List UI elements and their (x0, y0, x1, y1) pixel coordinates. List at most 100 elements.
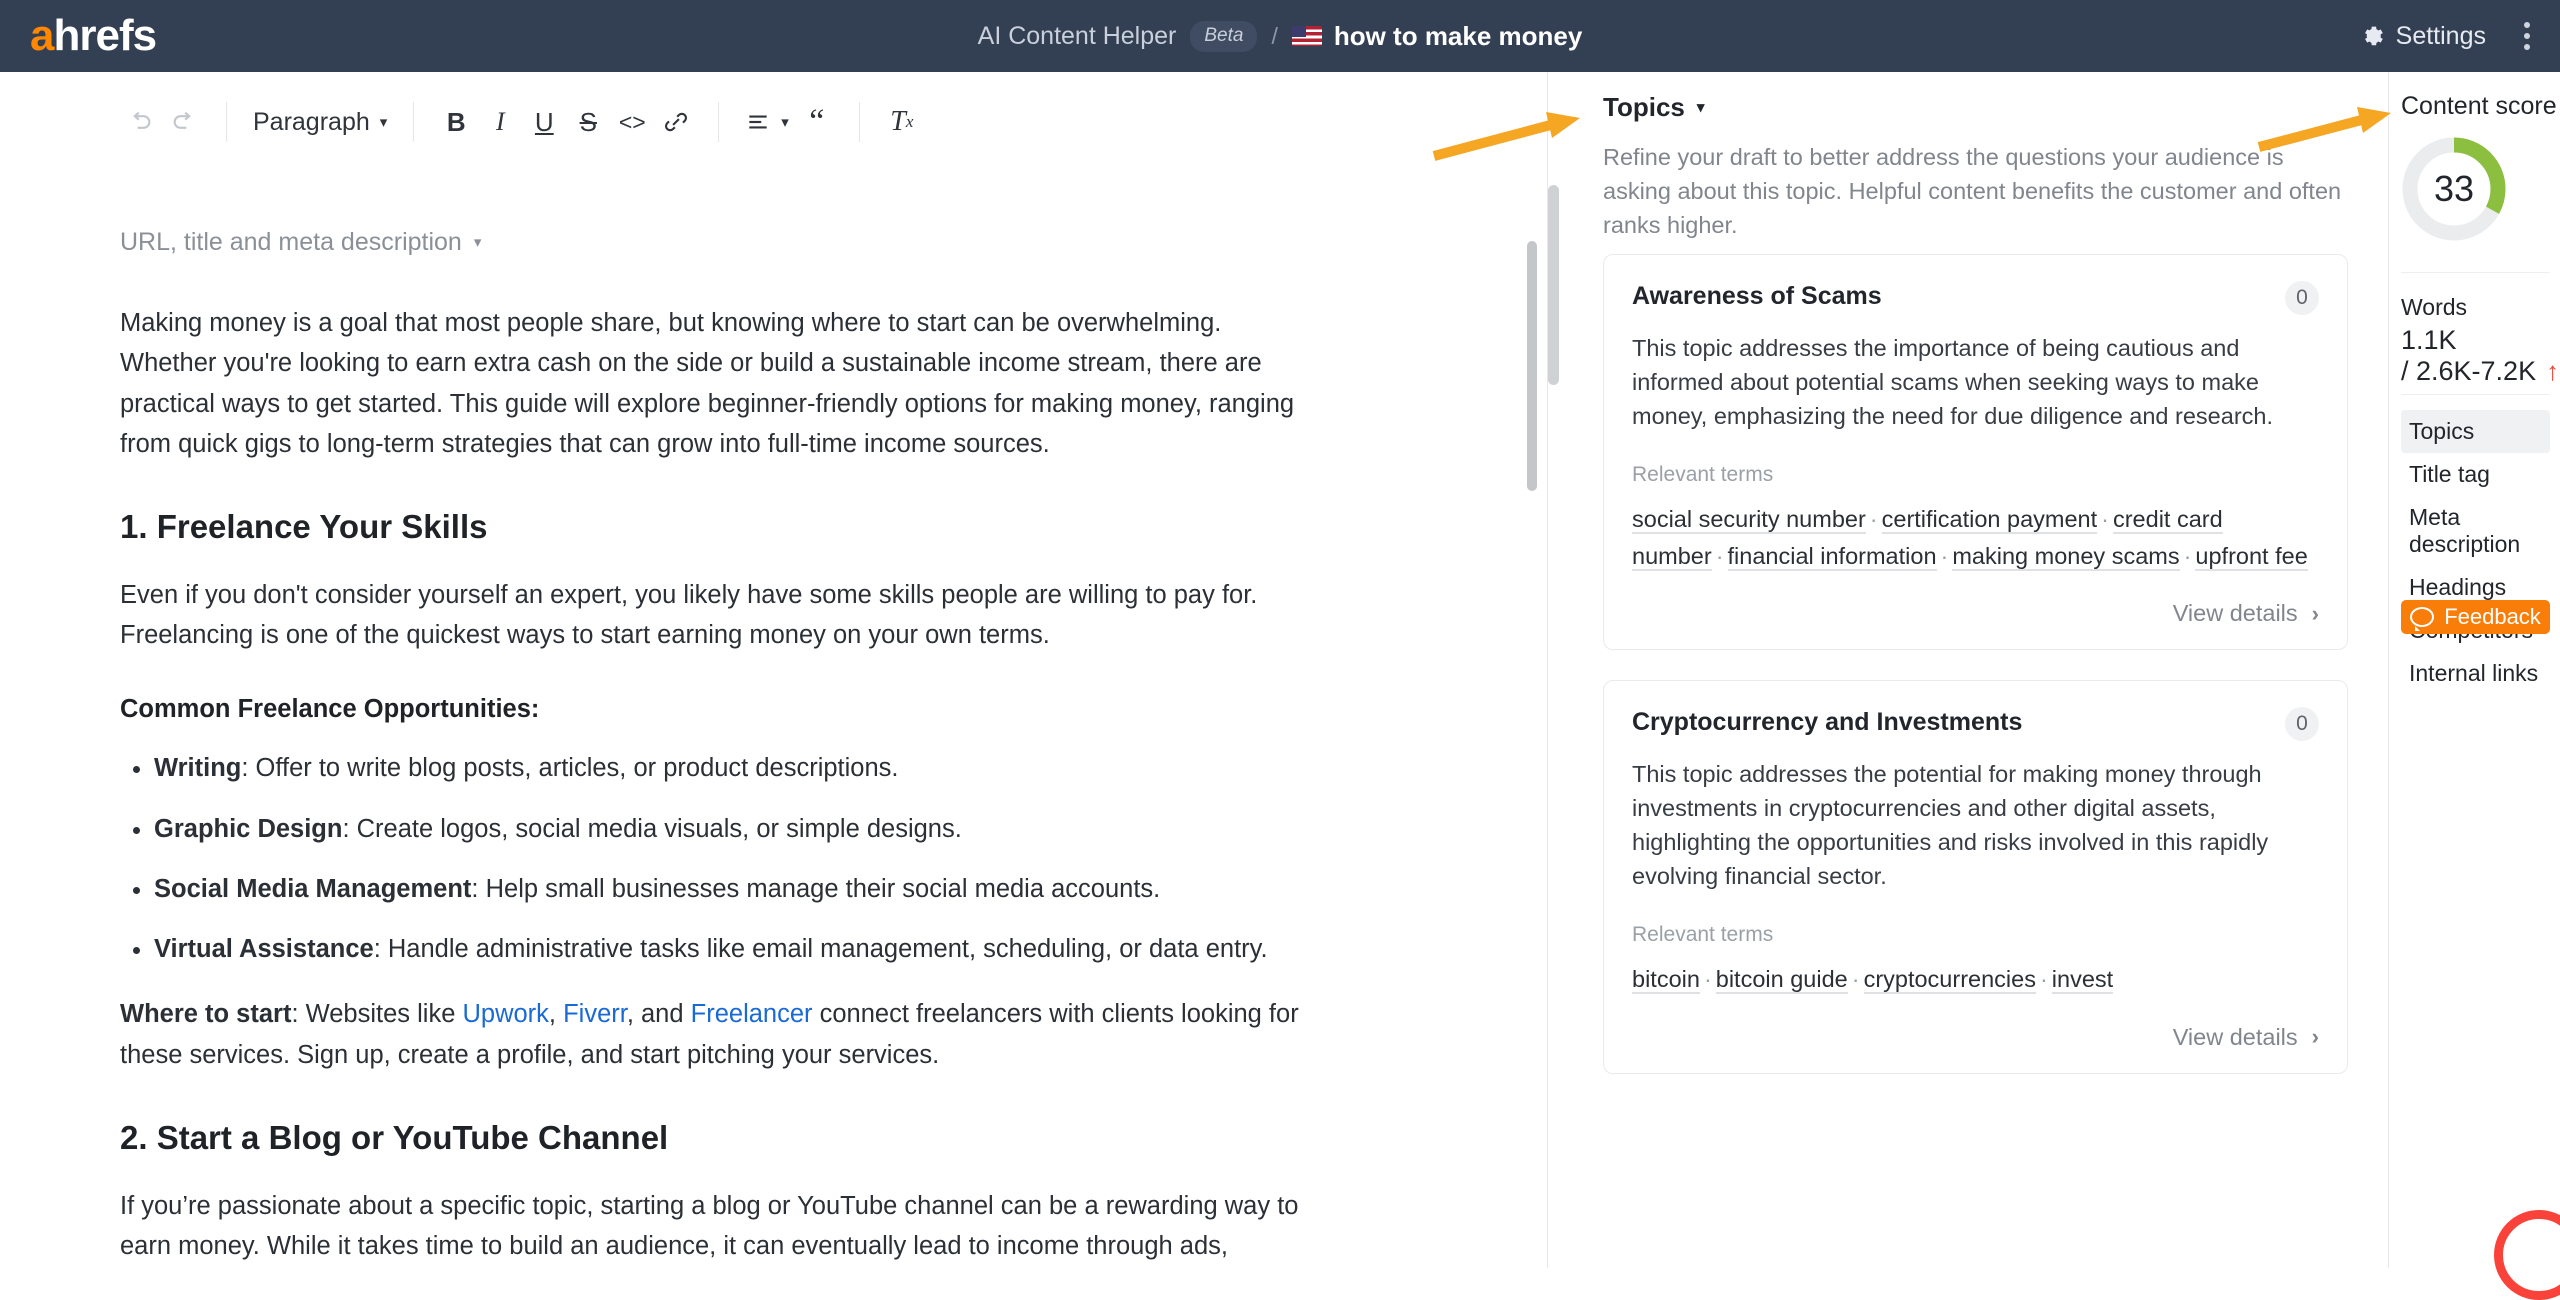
paragraph-freelance: Even if you don't consider yourself an e… (120, 575, 1320, 656)
intro-paragraph: Making money is a goal that most people … (120, 303, 1320, 464)
link-freelancer[interactable]: Freelancer (691, 1000, 813, 1028)
topics-panel-description: Refine your draft to better address the … (1603, 140, 2348, 242)
list-item-lead: Graphic Design (154, 815, 342, 843)
arrow-up-icon: ↑ (2546, 356, 2559, 387)
list-item-lead: Writing (154, 754, 241, 782)
paragraph-blog-youtube: If you’re passionate about a specific to… (120, 1186, 1320, 1268)
heading-freelance: 1. Freelance Your Skills (120, 506, 1320, 549)
sidebar-divider (2401, 272, 2549, 273)
term[interactable]: certification payment (1882, 506, 2098, 534)
topic-card-title: Cryptocurrency and Investments (1632, 707, 2022, 738)
relevant-terms-label: Relevant terms (1632, 463, 2319, 487)
ai-content-helper-window: ahrefs AI Content Helper Beta / how to m… (0, 0, 2560, 1268)
where-text-c: , and (627, 1000, 691, 1028)
topic-card-count-badge: 0 (2285, 707, 2319, 741)
term[interactable]: social security number (1632, 506, 1866, 534)
term[interactable]: upfront fee (2195, 543, 2307, 571)
words-label: Words (2401, 294, 2467, 321)
meta-fields-label: URL, title and meta description (120, 228, 462, 257)
link-fiverr[interactable]: Fiverr (563, 1000, 627, 1028)
meta-fields-toggle[interactable]: URL, title and meta description ▾ (120, 228, 481, 257)
list-item: Writing: Offer to write blog posts, arti… (154, 749, 1320, 787)
chevron-down-icon: ▾ (1697, 100, 1705, 115)
app-header: ahrefs (0, 0, 2560, 72)
kebab-menu-icon[interactable] (2520, 18, 2534, 54)
feedback-button[interactable]: Feedback (2401, 600, 2550, 634)
view-details-link[interactable]: View details › (1632, 1024, 2319, 1051)
list-item: Graphic Design: Create logos, social med… (154, 810, 1320, 848)
chevron-right-icon: › (2312, 601, 2319, 627)
link-upwork[interactable]: Upwork (462, 1000, 548, 1028)
us-flag-icon (1292, 26, 1322, 46)
document-body[interactable]: Making money is a goal that most people … (120, 303, 1320, 1268)
topics-panel: Topics ▾ Refine your draft to better add… (1548, 72, 2389, 1268)
topic-card-header: Cryptocurrency and Investments 0 (1632, 707, 2319, 741)
sidebar-item-topics[interactable]: Topics (2401, 410, 2550, 453)
list-item-text: : Create logos, social media visuals, or… (342, 815, 961, 843)
sidebar-item-meta-description[interactable]: Meta description (2401, 496, 2550, 566)
speech-bubble-icon (2410, 607, 2434, 627)
content-score-sidebar: Content score 33 Words 1.1K / 2.6K-7.2K … (2389, 72, 2560, 1268)
logo-accent-letter: a (30, 11, 53, 60)
where-text-b: , (549, 1000, 563, 1028)
list-item-text: : Offer to write blog posts, articles, o… (241, 754, 898, 782)
document-scrollbar-thumb[interactable] (1527, 241, 1537, 491)
topic-card-header: Awareness of Scams 0 (1632, 281, 2319, 315)
sidebar-item-internal-links[interactable]: Internal links (2401, 652, 2550, 695)
term[interactable]: cryptocurrencies (1864, 966, 2036, 994)
where-to-start-lead: Where to start (120, 1000, 291, 1028)
settings-label: Settings (2396, 22, 2486, 51)
sidebar-divider (2401, 394, 2549, 395)
chevron-right-icon: › (2312, 1024, 2319, 1050)
term[interactable]: bitcoin guide (1716, 966, 1848, 994)
keyword-breadcrumb[interactable]: how to make money (1292, 21, 1583, 52)
term[interactable]: making money scams (1952, 543, 2179, 571)
sidebar-item-title-tag[interactable]: Title tag (2401, 453, 2550, 496)
topic-card-count-badge: 0 (2285, 281, 2319, 315)
topic-card[interactable]: Cryptocurrency and Investments 0 This to… (1603, 680, 2348, 1074)
list-item-text: : Handle administrative tasks like email… (374, 935, 1268, 963)
feedback-label: Feedback (2444, 604, 2541, 630)
sidebar-nav: Topics Title tag Meta description Headin… (2401, 410, 2550, 695)
heading-blog-youtube: 2. Start a Blog or YouTube Channel (120, 1117, 1320, 1160)
chevron-down-icon: ▾ (474, 235, 482, 250)
relevant-terms-list: social security number·certification pay… (1632, 501, 2319, 574)
term-separator: · (2180, 543, 2196, 569)
topic-card-description: This topic addresses the importance of b… (1632, 331, 2319, 433)
breadcrumb-separator: / (1271, 23, 1277, 50)
term-separator: · (1712, 543, 1728, 569)
settings-button[interactable]: Settings (2358, 22, 2486, 51)
term[interactable]: bitcoin (1632, 966, 1700, 994)
paragraph-where-to-start: Where to start: Websites like Upwork, Fi… (120, 994, 1320, 1075)
view-details-label: View details (2173, 1024, 2298, 1051)
words-value: 1.1K (2401, 324, 2457, 358)
logo-text: hrefs (53, 11, 156, 60)
content-score-title: Content score (2401, 92, 2557, 121)
content-score-value: 33 (2399, 134, 2509, 244)
list-item: Social Media Management: Help small busi… (154, 870, 1320, 908)
document-canvas[interactable]: URL, title and meta description ▾ Making… (0, 128, 1547, 1268)
term-separator: · (1937, 543, 1953, 569)
header-actions: Settings (2358, 0, 2534, 72)
term-separator: · (1700, 966, 1716, 992)
term-separator: · (1866, 506, 1882, 532)
view-details-label: View details (2173, 600, 2298, 627)
list-item: Virtual Assistance: Handle administrativ… (154, 930, 1320, 968)
app-name: AI Content Helper (978, 22, 1177, 51)
topic-card[interactable]: Awareness of Scams 0 This topic addresse… (1603, 254, 2348, 650)
term[interactable]: invest (2052, 966, 2113, 994)
term[interactable]: financial information (1728, 543, 1937, 571)
topic-card-title: Awareness of Scams (1632, 281, 1882, 312)
beta-badge: Beta (1190, 21, 1257, 52)
term-separator: · (1848, 966, 1864, 992)
relevant-terms-label: Relevant terms (1632, 923, 2319, 947)
term-separator: · (2097, 506, 2113, 532)
topics-panel-scrollbar-thumb[interactable] (1548, 185, 1559, 385)
heading-common-opportunities: Common Freelance Opportunities: (120, 692, 1320, 728)
term-separator: · (2036, 966, 2052, 992)
relevant-terms-list: bitcoin·bitcoin guide·cryptocurrencies·i… (1632, 961, 2319, 997)
topics-panel-dropdown[interactable]: Topics ▾ (1603, 92, 1704, 123)
where-text-a: : Websites like (291, 1000, 462, 1028)
view-details-link[interactable]: View details › (1632, 600, 2319, 627)
ahrefs-logo[interactable]: ahrefs (30, 14, 156, 58)
